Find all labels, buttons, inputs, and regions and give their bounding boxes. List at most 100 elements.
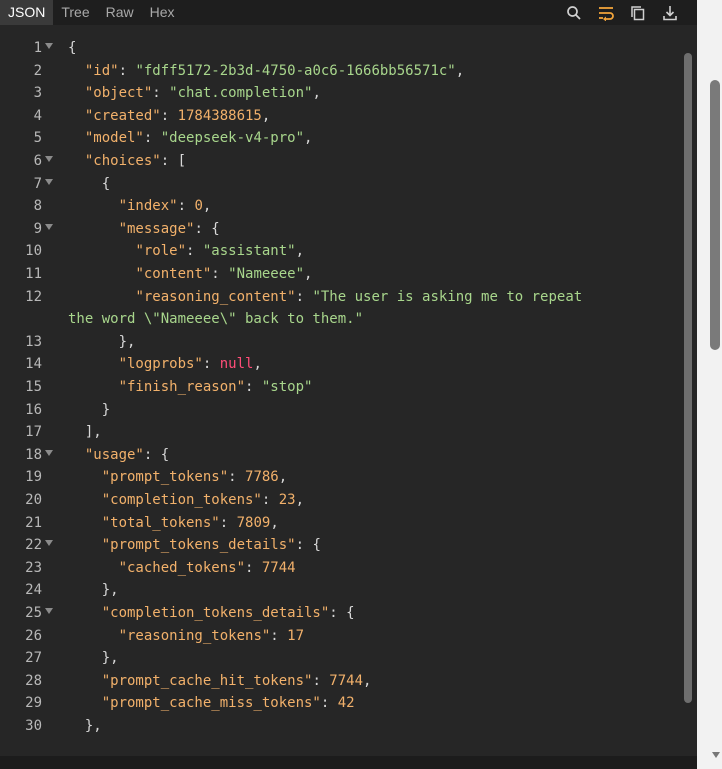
code-token: }, — [68, 333, 136, 350]
code-token: "role" — [135, 243, 187, 260]
line-number: 5 — [33, 130, 42, 147]
tab-raw[interactable]: Raw — [98, 0, 142, 25]
code-token: , — [253, 356, 262, 373]
code-token: "prompt_tokens_details" — [101, 537, 296, 554]
wrap-icon[interactable] — [597, 4, 615, 22]
code-token: : — [118, 62, 136, 79]
search-icon[interactable] — [565, 4, 583, 22]
code-line: }, — [68, 715, 102, 738]
code-line: "total_tokens": 7809, — [68, 512, 279, 535]
code-token: : — [261, 492, 279, 508]
scroll-down-arrow-icon[interactable] — [712, 752, 720, 758]
code-token: "reasoning_content" — [135, 288, 296, 305]
line-number: 28 — [25, 672, 42, 689]
code-line: "id": "fdff5172-2b3d-4750-a0c6-1666bb565… — [68, 60, 464, 83]
line-number: 29 — [25, 695, 42, 712]
line-number-row: 20 — [0, 489, 60, 512]
code-token: "completion_tokens" — [101, 492, 262, 508]
code-token: 1784388615 — [177, 107, 262, 124]
code-token: , — [295, 492, 305, 508]
line-number: 10 — [25, 243, 42, 260]
code-token: "prompt_tokens" — [101, 469, 229, 486]
code-area[interactable]: { "id": "fdff5172-2b3d-4750-a0c6-1666bb5… — [68, 25, 688, 756]
code-line: "cached_tokens": 7744 — [68, 557, 296, 580]
fold-toggle-icon[interactable] — [45, 43, 53, 49]
line-number-row: 16 — [0, 399, 60, 422]
code-token: "message" — [118, 220, 195, 237]
line-number-row: 6 — [0, 150, 60, 173]
download-icon[interactable] — [661, 4, 679, 22]
line-number: 21 — [25, 514, 42, 531]
code-line: { — [68, 37, 76, 60]
json-editor[interactable]: 1 2 3 4 5 6 7 8 9 10 11 12 13 14 15 16 17 18 19 20 21 22 23 24 2… — [0, 25, 697, 756]
line-number-row: 5 — [0, 127, 60, 150]
code-token: : — [177, 198, 195, 215]
fold-toggle-icon[interactable] — [45, 156, 53, 162]
fold-toggle-icon[interactable] — [45, 449, 53, 456]
page-scrollbar[interactable] — [710, 80, 720, 350]
line-number: 22 — [25, 537, 42, 554]
line-number-row: 23 — [0, 557, 60, 580]
code-line: }, — [68, 647, 119, 670]
line-number-row: 4 — [0, 105, 60, 128]
code-token: , — [202, 198, 212, 215]
code-token: "usage" — [84, 446, 144, 463]
code-token: , — [270, 514, 279, 531]
line-number-row: 12 — [0, 286, 60, 309]
line-number: 16 — [25, 401, 42, 418]
fold-toggle-icon[interactable] — [45, 608, 53, 614]
fold-toggle-icon[interactable] — [45, 540, 53, 547]
editor-scrollbar[interactable] — [684, 53, 692, 703]
code-token: : — [245, 559, 262, 576]
code-line: "prompt_tokens_details": { — [68, 534, 321, 557]
line-number-row: 7 — [0, 173, 60, 196]
fold-toggle-icon[interactable] — [45, 178, 53, 185]
code-token: "assistant" — [202, 243, 296, 260]
code-line: "reasoning_tokens": 17 — [68, 625, 304, 648]
line-number-row: 8 — [0, 195, 60, 218]
code-token: , — [455, 62, 465, 79]
line-number: 19 — [25, 469, 42, 486]
code-token: "reasoning_tokens" — [118, 627, 271, 644]
code-token: "deepseek-v4-pro" — [160, 130, 305, 147]
line-number-row: 24 — [0, 579, 60, 602]
code-line: }, — [68, 579, 119, 602]
line-number: 18 — [25, 446, 42, 463]
line-number: 8 — [33, 198, 42, 215]
line-number-row: 21 — [0, 512, 60, 535]
tab-json[interactable]: JSON — [0, 0, 54, 25]
code-line: } — [68, 399, 110, 422]
code-line: "role": "assistant", — [68, 240, 304, 263]
code-line: "finish_reason": "stop" — [68, 376, 313, 399]
code-token: 7786 — [245, 469, 279, 486]
code-line: { — [68, 173, 110, 196]
fold-toggle-icon[interactable] — [45, 223, 53, 230]
copy-icon[interactable] — [629, 4, 647, 22]
code-token: : { — [143, 446, 170, 463]
line-number-row — [0, 308, 60, 331]
code-token: "object" — [84, 85, 153, 102]
code-line: "logprobs": null, — [68, 353, 262, 376]
code-line: "created": 1784388615, — [68, 105, 270, 128]
line-number-row: 10 — [0, 240, 60, 263]
tab-tree[interactable]: Tree — [53, 0, 97, 25]
code-token: "Nameeee" — [228, 266, 305, 282]
code-token: , — [304, 130, 313, 147]
code-token: "completion_tokens_details" — [101, 605, 330, 621]
line-number: 3 — [33, 85, 42, 102]
code-token: : — [211, 266, 229, 282]
code-token: : — [312, 672, 330, 689]
code-line: "message": { — [68, 218, 220, 241]
code-token: 17 — [287, 627, 305, 644]
tab-hex[interactable]: Hex — [142, 0, 183, 25]
code-line: "prompt_cache_hit_tokens": 7744, — [68, 670, 372, 693]
code-token: "content" — [135, 266, 212, 282]
line-number: 13 — [25, 333, 42, 350]
